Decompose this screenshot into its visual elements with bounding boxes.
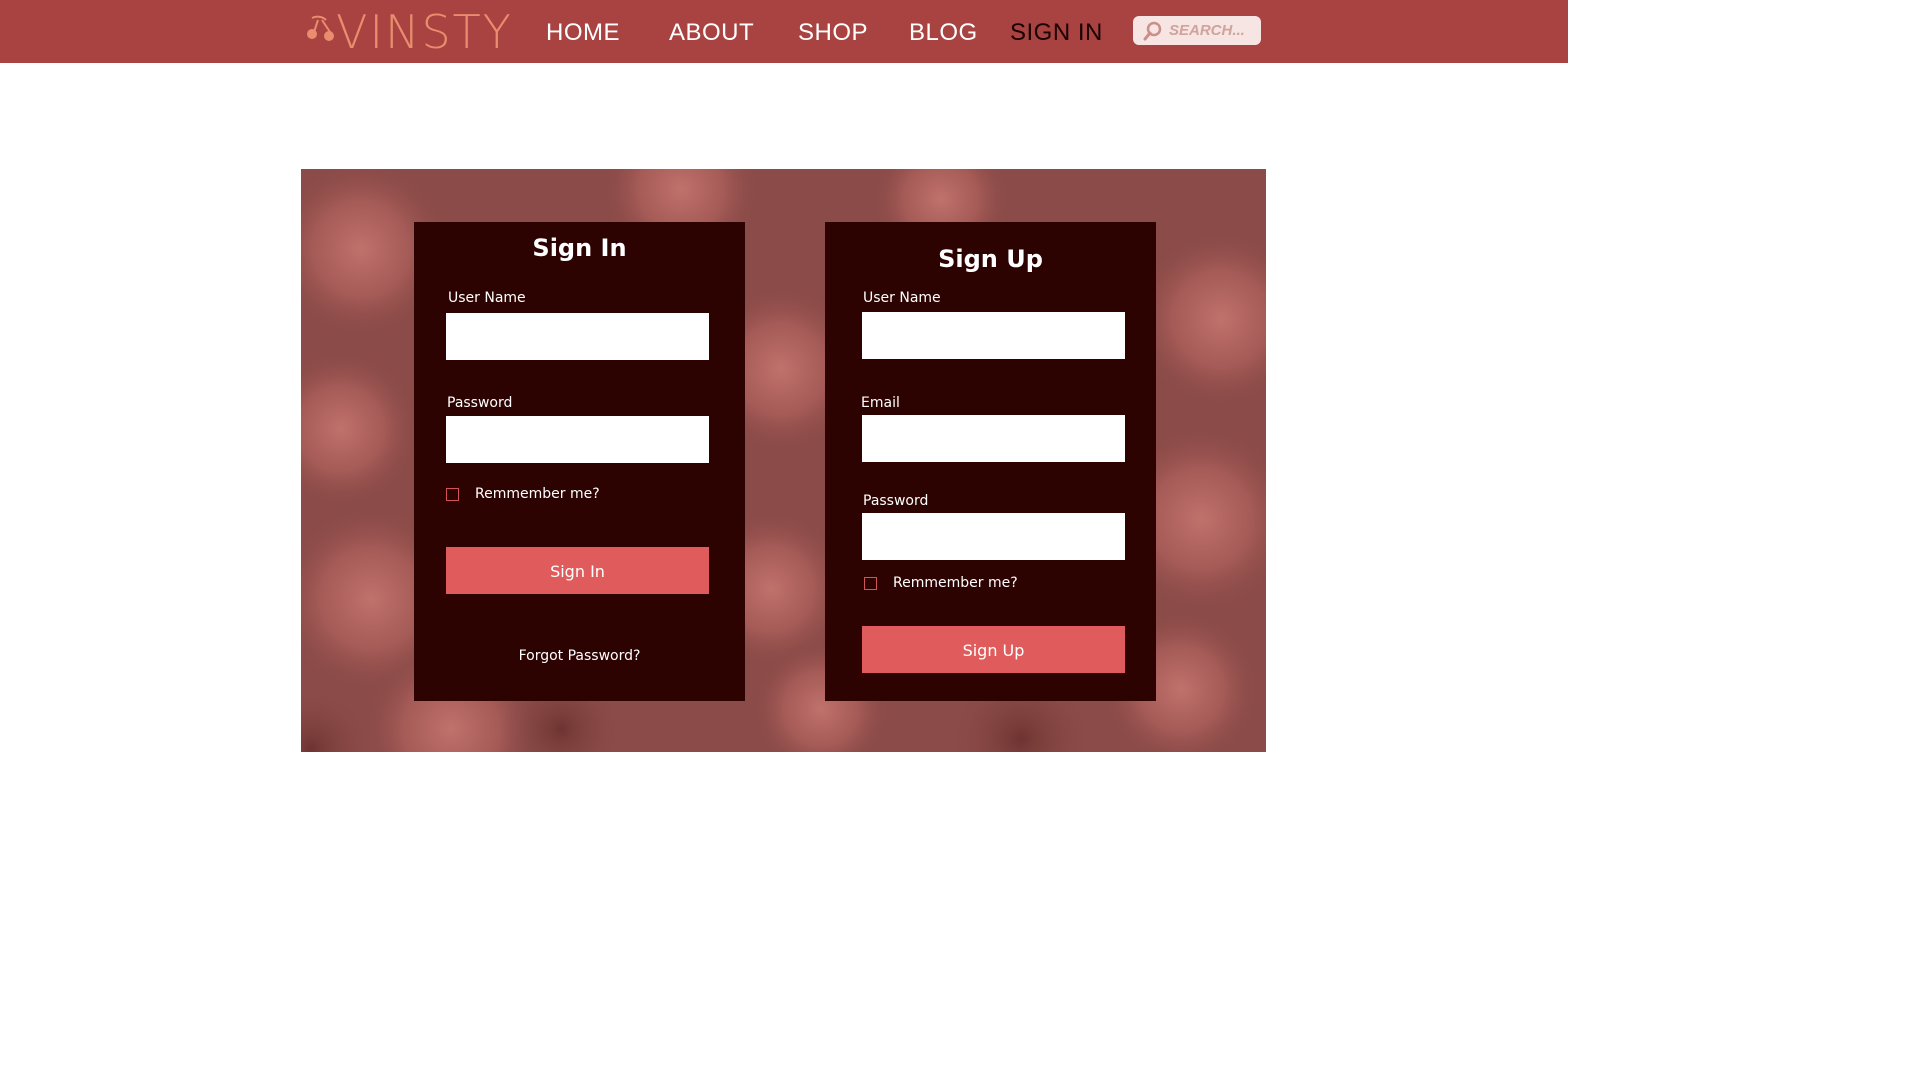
sign-in-panel: Sign In User Name Password Remmember me?…	[414, 222, 745, 701]
nav-blog[interactable]: BLOG	[909, 18, 978, 48]
sign-in-title: Sign In	[532, 234, 627, 262]
sign-up-username-field[interactable]	[862, 312, 1125, 359]
sign-in-password-label: Password	[447, 395, 513, 411]
nav-home[interactable]: HOME	[546, 18, 620, 48]
sign-up-email-field[interactable]	[862, 415, 1125, 462]
top-nav-bar: VINSTY HOME ABOUT SHOP BLOG SIGN IN	[0, 0, 1568, 63]
sign-in-username-field[interactable]	[446, 313, 709, 360]
sign-in-username-label: User Name	[448, 290, 526, 306]
hero-background: Sign In User Name Password Remmember me?…	[301, 169, 1266, 752]
brand-logo[interactable]: VINSTY	[304, 8, 513, 56]
forgot-password-link[interactable]: Forgot Password?	[414, 648, 745, 664]
nav-about[interactable]: ABOUT	[669, 18, 754, 48]
sign-up-email-label: Email	[861, 395, 900, 411]
sign-in-remember-row[interactable]: Remmember me?	[446, 486, 600, 502]
sign-up-remember-checkbox[interactable]	[864, 576, 877, 590]
search-box[interactable]	[1133, 16, 1261, 45]
sign-up-remember-row[interactable]: Remmember me?	[864, 575, 1018, 591]
sign-up-button[interactable]: Sign Up	[862, 626, 1125, 673]
sign-in-button[interactable]: Sign In	[446, 547, 709, 594]
sign-up-password-field[interactable]	[862, 513, 1125, 560]
sign-in-remember-label: Remmember me?	[475, 486, 600, 502]
sign-up-title: Sign Up	[938, 245, 1043, 273]
sign-up-username-label: User Name	[863, 290, 941, 306]
nav-shop[interactable]: SHOP	[798, 18, 868, 48]
logo-cherries-icon	[307, 15, 334, 41]
sign-in-password-field[interactable]	[446, 416, 709, 463]
sign-up-panel: Sign Up User Name Email Password Remmemb…	[825, 222, 1156, 701]
nav-sign-in[interactable]: SIGN IN	[1010, 18, 1103, 48]
sign-up-password-label: Password	[863, 493, 929, 509]
sign-up-remember-label: Remmember me?	[893, 575, 1018, 591]
sign-in-remember-checkbox[interactable]	[446, 487, 459, 501]
search-icon[interactable]	[1143, 21, 1163, 41]
search-input[interactable]	[1167, 21, 1261, 40]
